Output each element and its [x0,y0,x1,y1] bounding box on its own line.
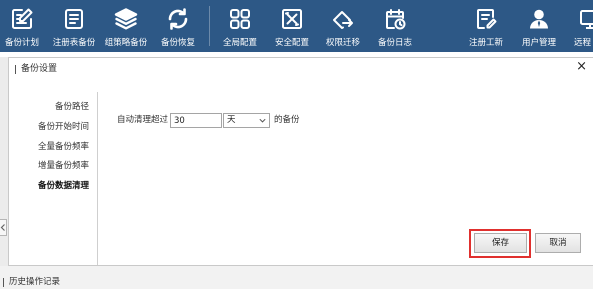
unit-select-value: 天 [227,115,236,125]
toolbar-label: 远程 [574,38,592,48]
settings-nav: 备份路径 备份开始时间 全量备份频率 增量备份频率 备份数据清理 [18,98,89,197]
toolbar-label: 权限迁移 [325,38,360,48]
scroll-left-button[interactable] [0,219,7,236]
save-button[interactable]: 保存 [474,233,527,253]
main-toolbar: 备份计划 注册表备份 组策略备份 备份恢复 全局配置 安全配置 权限迁移 备份日… [0,0,593,52]
calendar-clock-icon [383,7,407,31]
user-icon [527,7,551,31]
toolbar-label: 备份日志 [377,38,412,48]
toolbar-restore-button[interactable]: 备份恢复 [153,0,203,52]
cleanup-unit-select[interactable]: 天 [223,113,270,128]
nav-item-incremental-backup-frequency[interactable]: 增量备份频率 [18,157,89,177]
cleanup-prefix-label: 自动清理超过 [117,115,169,125]
toolbar-security-config-button[interactable]: 安全配置 [267,0,317,52]
toolbar-backup-log-button[interactable]: 备份日志 [370,0,420,52]
toolbar-label: 备份计划 [4,38,39,48]
nav-item-full-backup-frequency[interactable]: 全量备份频率 [18,138,89,158]
toolbar-user-management-button[interactable]: 用户管理 [514,0,564,52]
toolbar-global-config-button[interactable]: 全局配置 [215,0,265,52]
history-label: 历史操作记录 [9,277,61,287]
title-accent-bar [15,65,16,74]
toolbar-backup-plan-button[interactable]: 备份计划 [0,0,44,52]
dialog-title: 备份设置 [21,64,58,74]
monitor-icon [579,7,593,31]
backup-settings-dialog: 备份设置 × 备份路径 备份开始时间 全量备份频率 增量备份频率 备份数据清理 … [8,57,593,266]
cancel-button[interactable]: 取消 [535,233,581,253]
list-document-icon [62,7,86,31]
layers-icon [114,7,138,31]
edit-document-icon [10,7,34,31]
restore-icon [166,7,190,31]
edit-document-icon [474,7,498,31]
grid-icon [228,7,252,31]
close-button[interactable]: × [576,59,587,75]
toolbar-permission-migrate-button[interactable]: 权限迁移 [318,0,368,52]
history-accent-bar [3,278,4,287]
toolbar-label: 用户管理 [521,38,556,48]
history-panel-header: 历史操作记录 [0,266,593,289]
toolbar-label: 安全配置 [274,38,309,48]
nav-item-backup-path[interactable]: 备份路径 [18,98,89,118]
toolbar-label: 注册工新 [468,38,503,48]
cleanup-days-input[interactable] [170,113,222,128]
toolbar-remote-button[interactable]: 远程 [565,0,593,52]
toolbar-separator [209,6,210,46]
chevron-left-icon [0,224,5,231]
migrate-icon [331,7,355,31]
toolbar-label: 全局配置 [222,38,257,48]
toolbar-label: 备份恢复 [160,38,195,48]
toolbar-register-button[interactable]: 注册工新 [461,0,511,52]
nav-item-backup-start-time[interactable]: 备份开始时间 [18,118,89,138]
toolbar-label: 组策略备份 [104,38,148,48]
nav-divider [97,92,98,265]
toolbar-registry-backup-button[interactable]: 注册表备份 [49,0,99,52]
tools-icon [280,7,304,31]
cleanup-suffix-label: 的备份 [274,115,300,125]
nav-item-backup-data-cleanup[interactable]: 备份数据清理 [18,177,89,197]
toolbar-gpo-backup-button[interactable]: 组策略备份 [101,0,151,52]
toolbar-label: 注册表备份 [52,38,96,48]
chevron-down-icon [259,117,266,124]
